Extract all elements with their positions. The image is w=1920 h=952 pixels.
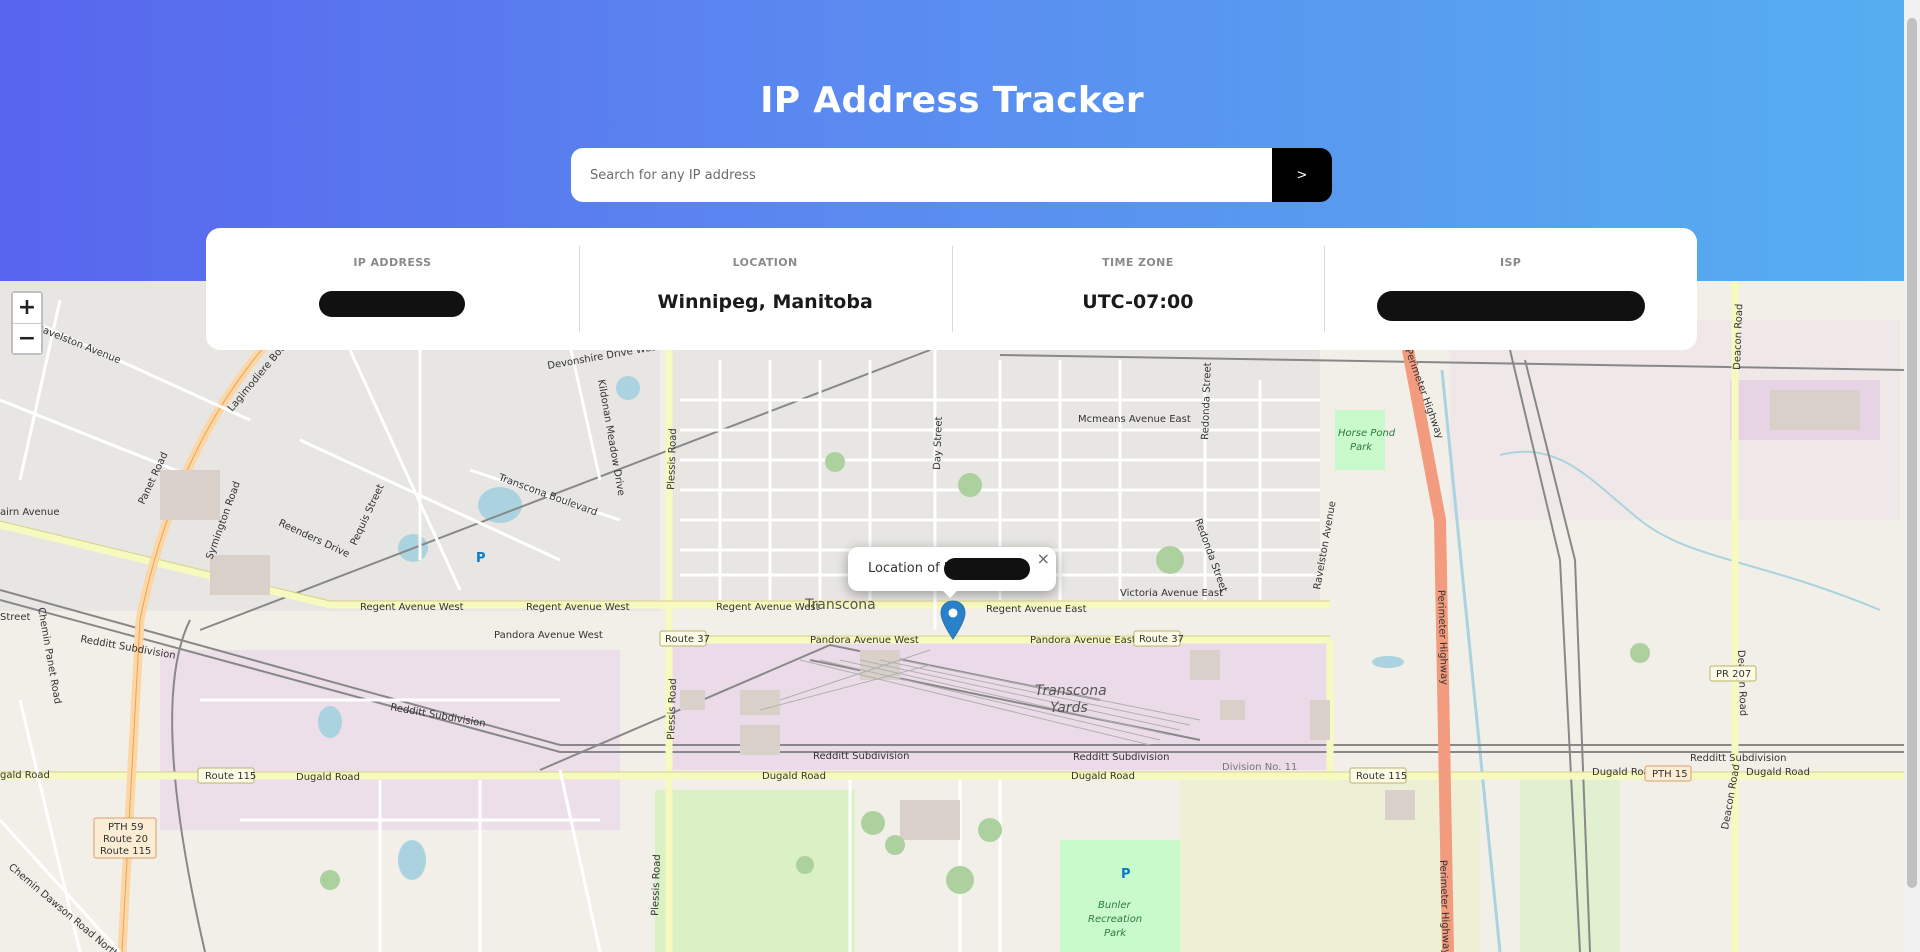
map-label-rail: Redditt Subdivision xyxy=(1073,752,1169,763)
scrollbar-thumb[interactable] xyxy=(1907,18,1917,888)
zoom-in-button[interactable]: + xyxy=(13,293,41,323)
map-label-park: Bunler xyxy=(1098,900,1131,911)
map-label-street: Mcmeans Avenue East xyxy=(1078,414,1191,425)
zoom-control: + − xyxy=(11,291,43,355)
route-shield-label: PTH 59 xyxy=(108,822,144,833)
route-shield-label: Route 115 xyxy=(1356,771,1407,782)
map-label-street: Deacon Road xyxy=(1732,304,1745,371)
route-shield-label: Route 37 xyxy=(1139,634,1184,645)
map-label-street: Regent Avenue West xyxy=(526,602,630,613)
map-label-street: Street xyxy=(0,612,30,623)
info-timezone: TIME ZONE UTC-07:00 xyxy=(951,246,1325,332)
popup-close-button[interactable]: × xyxy=(1037,549,1050,568)
green-area xyxy=(655,790,855,952)
timezone-value: UTC-07:00 xyxy=(1082,291,1194,313)
map-label-street: Dugald Road xyxy=(296,772,360,783)
timezone-label: TIME ZONE xyxy=(1102,256,1174,269)
info-isp: ISP xyxy=(1324,246,1697,332)
map-label-street: Victoria Avenue East xyxy=(1120,588,1223,599)
info-ip: IP ADDRESS xyxy=(206,248,579,330)
redaction-mark xyxy=(319,291,466,317)
map-label-park: Recreation xyxy=(1088,914,1142,925)
map-label-street: Plessis Road xyxy=(666,428,679,490)
map-label-street: Regent Avenue West xyxy=(360,602,464,613)
route-shield-label: Route 37 xyxy=(665,634,710,645)
map-label-street: Regent Avenue West xyxy=(716,602,820,613)
popup-text: Location of IP xyxy=(868,561,956,576)
map-label-street: Pandora Avenue East xyxy=(1030,635,1136,646)
ip-label: IP ADDRESS xyxy=(353,256,432,269)
industrial-area-west xyxy=(160,650,620,830)
map-label-park: Park xyxy=(1350,442,1373,453)
isp-label: ISP xyxy=(1499,256,1522,269)
route-shield-label: Route 115 xyxy=(100,846,151,857)
map-label-rail: Redditt Subdivision xyxy=(1690,753,1786,764)
map-label-street: Regent Avenue East xyxy=(986,604,1087,615)
map-label-division: Division No. 11 xyxy=(1222,762,1297,773)
map-label-street: Pandora Avenue West xyxy=(810,635,919,646)
pond xyxy=(1372,656,1404,668)
map-label-street: Pandora Avenue West xyxy=(494,630,603,641)
parking-icon: P xyxy=(1121,867,1131,882)
zoom-out-button[interactable]: − xyxy=(13,323,41,353)
isp-value xyxy=(1324,291,1697,321)
map-label-park: Horse Pond xyxy=(1338,428,1396,439)
popup-tip xyxy=(940,588,960,598)
search-input[interactable] xyxy=(571,148,1272,202)
map-label-street: gald Road xyxy=(0,770,50,781)
page-title: IP Address Tracker xyxy=(760,80,1144,121)
map-popup: Location of IP × xyxy=(848,547,1056,591)
map-label-yards: Yards xyxy=(1050,700,1088,716)
location-marker-icon[interactable] xyxy=(940,600,966,640)
route-shield-label: Route 115 xyxy=(205,771,256,782)
map-label-street: Dugald Road xyxy=(1746,767,1810,778)
pond xyxy=(616,376,640,400)
location-value: Winnipeg, Manitoba xyxy=(657,291,873,313)
map-label-street: Deacon Road xyxy=(1735,650,1748,717)
farmland-south xyxy=(1180,780,1480,952)
redaction-mark xyxy=(1376,291,1645,321)
route-shield-label: PR 207 xyxy=(1716,669,1751,680)
info-card: IP ADDRESS LOCATION Winnipeg, Manitoba T… xyxy=(206,228,1697,350)
pond xyxy=(318,706,342,738)
route-shield-label: PTH 15 xyxy=(1652,769,1688,780)
info-location: LOCATION Winnipeg, Manitoba xyxy=(578,246,952,332)
parking-icon: P xyxy=(476,551,486,566)
redaction-mark xyxy=(944,558,1030,580)
map-label-street: Dugald Road xyxy=(1071,771,1135,782)
horse-pond-park xyxy=(1335,410,1385,470)
location-label: LOCATION xyxy=(732,256,798,269)
green-strip xyxy=(1520,780,1620,952)
map-label-street: Plessis Road xyxy=(650,854,663,916)
map-label-rail: Redditt Subdivision xyxy=(813,751,909,762)
search-button[interactable]: > xyxy=(1272,148,1332,202)
map-label-street: Plessis Road xyxy=(666,678,679,740)
pond xyxy=(398,840,426,880)
map-label-street: Day Street xyxy=(932,416,945,470)
scrollbar[interactable] xyxy=(1904,0,1920,952)
pond xyxy=(478,487,522,523)
ip-value xyxy=(206,291,579,317)
route-shield-label: Route 20 xyxy=(103,834,148,845)
map-label-yards: Transcona xyxy=(1035,683,1107,699)
map-label-street: Dugald Road xyxy=(762,771,826,782)
map-label-street: airn Avenue xyxy=(0,507,60,518)
search-bar: > xyxy=(571,148,1332,202)
map-label-park: Park xyxy=(1104,928,1127,939)
